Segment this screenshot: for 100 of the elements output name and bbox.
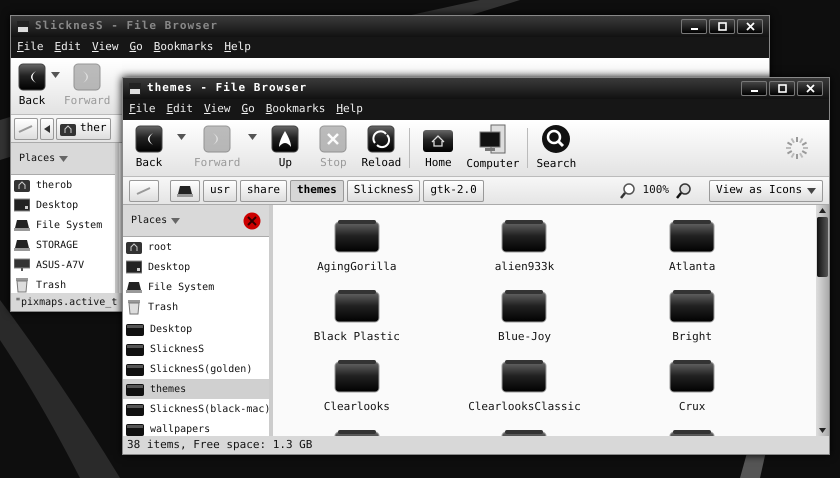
folder-icon[interactable]	[334, 219, 380, 253]
menu-item[interactable]: View	[204, 101, 230, 118]
sidebar-item[interactable]: Trash	[11, 275, 115, 293]
spinner-icon	[785, 136, 809, 160]
drive-icon	[177, 184, 193, 198]
caret-down-icon[interactable]	[177, 134, 186, 140]
stop-icon	[319, 124, 348, 153]
location-toggle-button[interactable]	[14, 118, 38, 140]
reload-button[interactable]: Reload	[361, 124, 402, 172]
sidebar-item[interactable]: STORAGE	[11, 235, 115, 255]
menu-item[interactable]: Help	[336, 101, 363, 118]
sidebar-item[interactable]: therob	[11, 175, 115, 195]
sidebar-item[interactable]: SlicknesS(black-mac)	[123, 399, 269, 419]
folder-icon[interactable]	[669, 359, 716, 393]
scroll-left-button[interactable]	[40, 118, 54, 140]
view-mode-dropdown[interactable]: View as Icons	[709, 180, 823, 202]
maximize-button[interactable]	[709, 19, 735, 34]
path-crumb[interactable]: ther	[56, 118, 110, 140]
file-name[interactable]: Blue-Joy	[498, 329, 551, 346]
sidebar-item[interactable]: wallpapers	[123, 419, 269, 436]
menu-item[interactable]: Go	[130, 39, 143, 56]
file-name[interactable]: Clearlooks	[324, 399, 390, 416]
folder-icon[interactable]	[501, 359, 548, 393]
status-bar: 38 items, Free space: 1.3 GB	[123, 436, 829, 454]
sidebar-item[interactable]: File System	[123, 277, 269, 297]
zoom-level: 100%	[642, 182, 669, 198]
folder-icon	[126, 402, 144, 416]
places-dropdown[interactable]: Places	[19, 151, 56, 166]
back-button[interactable]: Back	[129, 124, 169, 172]
sidebar-item[interactable]: Trash	[123, 297, 269, 317]
folder-icon	[126, 382, 144, 396]
window-icon	[129, 82, 141, 94]
file-name[interactable]: Black Plastic	[314, 329, 400, 346]
trash-icon	[14, 277, 30, 293]
drive-icon	[14, 218, 30, 232]
maximize-icon	[718, 22, 726, 31]
file-name[interactable]: ClearlooksClassic	[468, 399, 581, 416]
window-title: SlicknesS - File Browser	[35, 18, 218, 34]
computer-button[interactable]: Computer	[466, 124, 520, 172]
places-dropdown[interactable]: Places	[131, 213, 168, 228]
folder-icon[interactable]	[669, 289, 716, 323]
path-crumb[interactable]: usr	[203, 180, 237, 202]
close-icon[interactable]	[243, 212, 261, 230]
sidebar-item[interactable]: SlicknesS(golden)	[123, 359, 269, 379]
menu-item[interactable]: File	[17, 39, 44, 56]
scroll-thumb[interactable]	[817, 217, 828, 277]
folder-icon[interactable]	[501, 219, 548, 253]
folder-icon[interactable]	[669, 219, 716, 253]
menu-item[interactable]: Edit	[54, 39, 81, 56]
path-crumb[interactable]: SlicknesS	[346, 180, 420, 202]
folder-icon[interactable]	[334, 359, 380, 393]
sidebar-item[interactable]: SlicknesS	[123, 339, 269, 359]
folder-icon[interactable]	[501, 289, 548, 323]
minimize-button[interactable]	[741, 81, 767, 96]
scrollbar[interactable]	[816, 205, 829, 436]
menu-item[interactable]: Edit	[166, 101, 193, 118]
minimize-button[interactable]	[681, 19, 707, 34]
trash-icon	[126, 299, 142, 315]
menu-item[interactable]: Go	[242, 101, 255, 118]
sidebar-item[interactable]: Desktop	[11, 195, 115, 215]
sidebar-item[interactable]: File System	[11, 215, 115, 235]
file-name[interactable]: Crux	[678, 399, 706, 416]
path-crumb[interactable]: themes	[290, 180, 344, 202]
drive-icon	[14, 238, 30, 252]
maximize-button[interactable]	[769, 81, 795, 96]
drive-button[interactable]	[170, 180, 200, 202]
sidebar-item[interactable]: themes	[123, 379, 269, 399]
menu-item[interactable]: Help	[224, 39, 251, 56]
folder-icon	[126, 322, 144, 336]
pencil-icon	[18, 124, 34, 134]
file-name[interactable]: Atlanta	[668, 259, 716, 276]
path-crumb[interactable]: share	[240, 180, 287, 202]
zoom-out-icon[interactable]	[620, 182, 636, 198]
sidebar-item[interactable]: root	[123, 237, 269, 257]
window-title: themes - File Browser	[147, 80, 308, 96]
folder-icon	[126, 422, 144, 436]
drive-icon	[126, 280, 142, 294]
menu-item[interactable]: Bookmarks	[266, 101, 326, 118]
location-toggle-button[interactable]	[129, 180, 159, 202]
close-button[interactable]	[797, 81, 823, 96]
search-button[interactable]: Search	[536, 124, 576, 172]
back-button[interactable]: Back	[17, 62, 47, 110]
reload-icon	[367, 124, 396, 153]
menu-item[interactable]: File	[129, 101, 156, 118]
caret-down-icon[interactable]	[51, 72, 60, 78]
file-name[interactable]: Bright	[672, 329, 712, 346]
menu-item[interactable]: Bookmarks	[154, 39, 214, 56]
close-button[interactable]	[737, 19, 763, 34]
sidebar-item[interactable]: Desktop	[123, 257, 269, 277]
maximize-icon	[778, 84, 786, 93]
menu-item[interactable]: View	[92, 39, 118, 56]
sidebar-item[interactable]: Desktop	[123, 319, 269, 339]
path-crumb[interactable]: gtk-2.0	[423, 180, 484, 202]
up-button[interactable]: Up	[265, 124, 306, 172]
sidebar-item[interactable]: ASUS-A7V	[11, 255, 115, 275]
home-button[interactable]: Home	[418, 124, 458, 172]
zoom-in-icon[interactable]	[676, 182, 692, 198]
file-name[interactable]: AgingGorilla	[317, 259, 397, 276]
file-name[interactable]: alien933k	[494, 259, 554, 276]
folder-icon[interactable]	[334, 289, 380, 323]
